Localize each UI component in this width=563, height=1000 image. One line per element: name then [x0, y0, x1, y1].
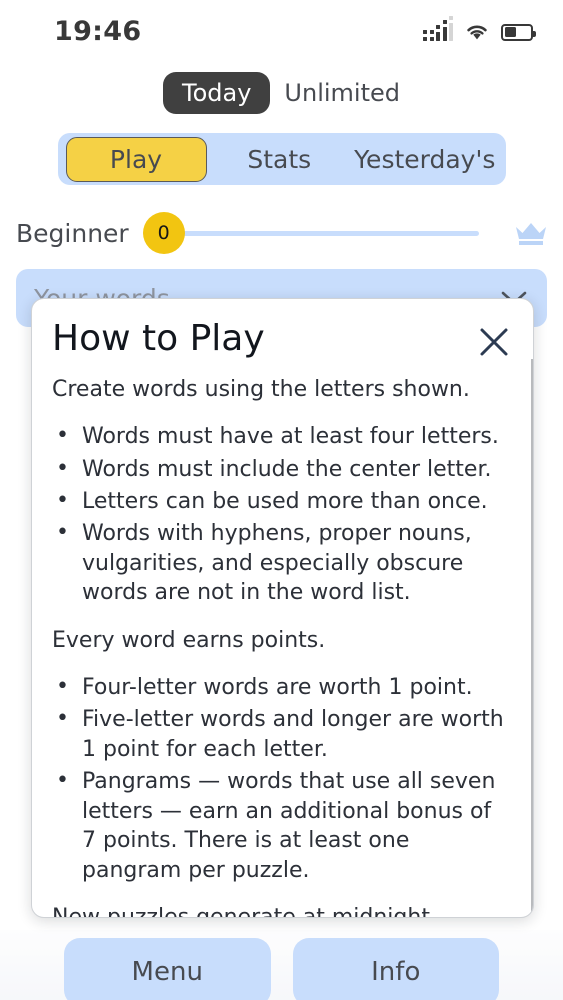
list-item: Pangrams — words that use all seven lett… [52, 766, 507, 885]
close-icon[interactable] [477, 325, 511, 359]
status-time: 19:46 [54, 15, 142, 47]
progress-slider-row: Beginner 0 [0, 211, 563, 255]
slider-thumb-score[interactable]: 0 [142, 212, 185, 254]
rules-list: Words must have at least four letters. W… [52, 421, 507, 608]
cellular-signal-icon [423, 16, 453, 41]
tab-yesterdays[interactable]: Yesterday's [352, 137, 498, 182]
rank-label: Beginner [16, 218, 129, 248]
tab-play[interactable]: Play [65, 136, 207, 182]
list-item: Letters can be used more than once. [52, 486, 507, 516]
modal-header: How to Play [32, 299, 533, 359]
mode-option-today[interactable]: Today [163, 72, 271, 114]
battery-icon [501, 23, 536, 41]
list-item: Words with hyphens, proper nouns, vulgar… [52, 518, 507, 607]
status-bar: 19:46 [0, 0, 563, 62]
modal-footer-text: New puzzles generate at midnight. [52, 903, 507, 917]
modal-scrollbar[interactable] [531, 359, 533, 917]
bottom-action-bar: Menu Info [0, 930, 563, 1000]
how-to-play-modal: How to Play Create words using the lette… [31, 298, 534, 918]
tab-stats[interactable]: Stats [207, 137, 353, 182]
modal-body: Create words using the letters shown. Wo… [32, 359, 533, 917]
scoring-heading: Every word earns points. [52, 627, 326, 653]
status-indicators [423, 16, 536, 41]
list-item: Five-letter words and longer are worth 1… [52, 704, 507, 764]
crown-icon [516, 223, 546, 245]
list-item: Words must include the center letter. [52, 453, 507, 484]
info-button[interactable]: Info [292, 938, 499, 1000]
mode-toggle: Today Unlimited [0, 72, 563, 114]
wifi-icon [467, 25, 487, 39]
menu-button[interactable]: Menu [64, 938, 271, 1000]
slider-track [142, 230, 479, 236]
list-item: Words must have at least four letters. [52, 421, 507, 451]
mode-option-unlimited[interactable]: Unlimited [284, 81, 400, 105]
progress-slider[interactable]: 0 [142, 211, 497, 255]
scoring-list: Four-letter words are worth 1 point. Fiv… [52, 672, 507, 885]
modal-intro-text: Create words using the letters shown. [52, 377, 470, 402]
tab-bar: Play Stats Yesterday's [57, 133, 506, 185]
modal-title: How to Play [52, 318, 265, 359]
list-item: Four-letter words are worth 1 point. [52, 672, 507, 702]
